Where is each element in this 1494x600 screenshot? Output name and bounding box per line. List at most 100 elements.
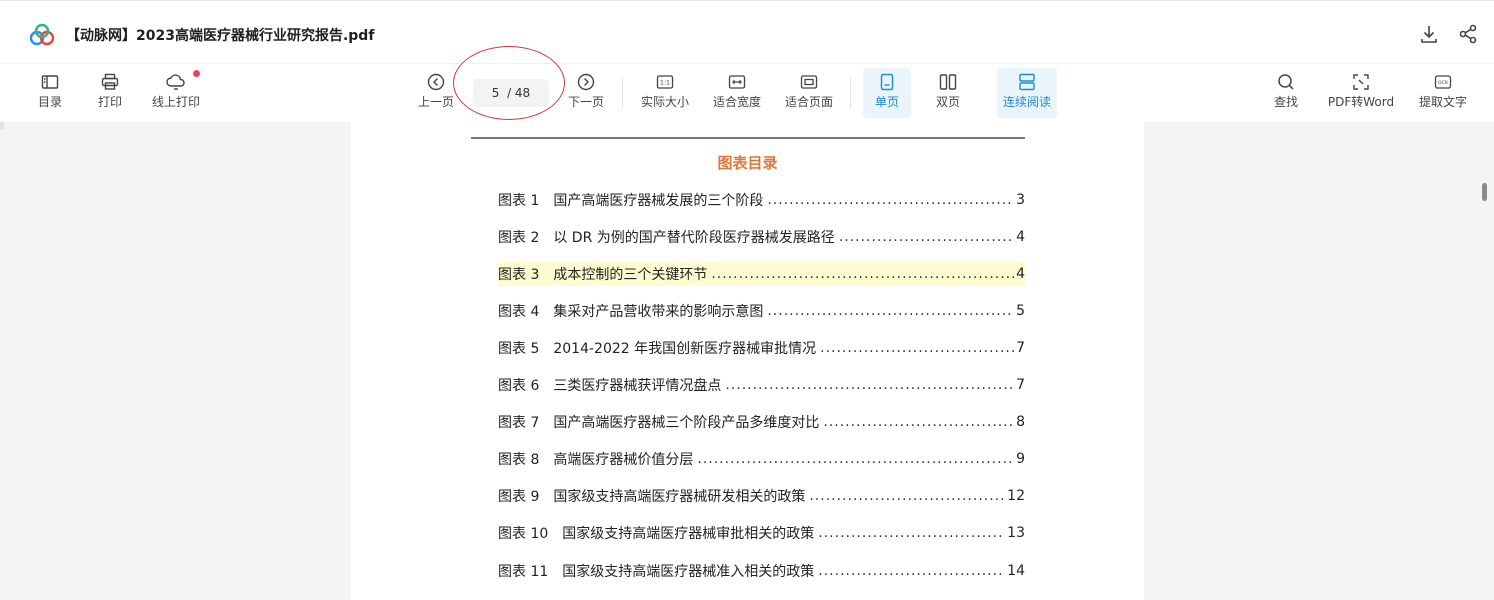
document-page: 图表目录 图表 1 国产高端医疗器械发展的三个阶段 ..............… [351,122,1144,600]
toc-entry[interactable]: 图表 6 三类医疗器械获评情况盘点 ......................… [498,373,1025,397]
toc-entry-page: 13 [1007,525,1025,541]
toc-leader-dots: ........................................… [838,229,1015,245]
toc-entry[interactable]: 图表 11 国家级支持高端医疗器械准入相关的政策 ...............… [498,559,1025,583]
toc-title: 图表目录 [717,154,778,172]
actual-size-label: 实际大小 [640,95,689,109]
toc-entry-label: 图表 4 [498,304,540,320]
online-print-label: 线上打印 [151,95,200,109]
toc-entry[interactable]: 图表 1 国产高端医疗器械发展的三个阶段 ...................… [498,188,1025,212]
pdf-to-word-label: PDF转Word [1327,95,1395,109]
toc-entry-text: 2014-2022 年我国创新医疗器械审批情况 [553,341,817,357]
toc-entry-text: 国产高端医疗器械三个阶段产品多维度对比 [553,415,820,431]
title-bar: 【动脉网】2023高端医疗器械行业研究报告.pdf [0,0,1494,64]
toc-leader-dots: ........................................… [823,414,1015,430]
fit-page-button[interactable]: 适合页面 [782,68,836,118]
toc-entry-page: 7 [1016,340,1025,356]
toc-entry-page: 4 [1016,229,1025,245]
toc-leader-dots: ........................................… [818,525,1005,541]
vertical-scrollbar-thumb[interactable] [1482,183,1487,201]
toc-entry-page: 5 [1016,303,1025,319]
prev-page-button[interactable]: 上一页 [415,68,457,118]
toc-button[interactable]: 目录 [30,68,70,118]
convert-icon [1353,74,1369,90]
toolbar-divider [850,77,851,109]
toc-entry-text: 集采对产品营收带来的影响示意图 [553,304,764,320]
double-page-button[interactable]: 双页 [924,68,972,118]
toc-entry[interactable]: 图表 5 2014-2022 年我国创新医疗器械审批情况 ...........… [498,336,1025,360]
toc-entry[interactable]: 图表 9 国家级支持高端医疗器械研发相关的政策 ................… [498,484,1025,508]
toc-entry-page: 8 [1016,414,1025,430]
continuous-read-button[interactable]: 连续阅读 [997,68,1057,118]
toc-leader-dots: ........................................… [818,563,1005,579]
toc-leader-dots: ........................................… [767,192,1014,208]
notification-dot [193,70,200,77]
continuous-read-label: 连续阅读 [1002,95,1051,109]
fit-page-label: 适合页面 [784,95,833,109]
toc-leader-dots: ........................................… [820,340,1014,356]
toc-entry-page: 12 [1007,488,1025,504]
toc-leader-dots: ........................................… [725,377,1015,393]
toc-entry-highlighted[interactable]: 图表 3 成本控制的三个关键环节 .......................… [498,262,1025,286]
fit-width-button[interactable]: 适合宽度 [710,68,764,118]
svg-text:1:1: 1:1 [660,80,670,87]
toc-entry[interactable]: 图表 10 国家级支持高端医疗器械审批相关的政策 ...............… [498,521,1025,545]
toc-entry[interactable]: 图表 2 以 DR 为例的国产替代阶段医疗器械发展路径 ............… [498,225,1025,249]
share-icon[interactable] [1457,23,1479,45]
toc-entry[interactable]: 图表 8 高端医疗器械价值分层 ........................… [498,447,1025,471]
toc-entry-page: 3 [1016,192,1025,208]
toc-entry-label: 图表 1 [498,193,540,209]
download-icon[interactable] [1418,23,1440,45]
search-icon [1278,74,1294,90]
chevron-right-circle-icon [577,73,595,91]
toc-leader-dots: ........................................… [697,451,1014,467]
toc-entry-label: 图表 8 [498,452,540,468]
cloud-logo-icon [28,23,56,47]
actual-size-button[interactable]: 1:1 实际大小 [638,68,692,118]
toc-entry-page: 4 [1016,266,1025,282]
single-page-label: 单页 [874,95,899,109]
pdf-to-word-button[interactable]: PDF转Word [1326,68,1396,118]
toc-entry-text: 国家级支持高端医疗器械审批相关的政策 [562,526,815,542]
search-label: 查找 [1273,95,1298,109]
toc-label: 目录 [37,95,62,109]
fit-page-icon [800,75,818,89]
toc-leader-dots: ........................................… [767,303,1014,319]
toc-leader-dots: ........................................… [809,488,1006,504]
toc-entry-text: 成本控制的三个关键环节 [553,267,708,283]
toc-entry[interactable]: 图表 7 国产高端医疗器械三个阶段产品多维度对比 ...............… [498,410,1025,434]
toolbar: 目录 打印 线上打印 上一页 下一页 1:1 实际大小 适合宽度 适合页面 单页… [0,64,1494,122]
single-page-icon [880,73,894,91]
toc-entry-label: 图表 7 [498,415,540,431]
toc-entry-page: 14 [1007,563,1025,579]
extract-text-button[interactable]: OCR 提取文字 [1416,68,1470,118]
toc-entry-text: 三类医疗器械获评情况盘点 [553,378,722,394]
toc-entry-text: 国产高端医疗器械发展的三个阶段 [553,193,764,209]
print-button[interactable]: 打印 [90,68,130,118]
toc-entry-text: 以 DR 为例的国产替代阶段医疗器械发展路径 [553,230,835,246]
toc-icon [41,75,59,89]
toc-entry-page: 9 [1016,451,1025,467]
actual-size-icon: 1:1 [656,75,674,89]
toolbar-divider [622,77,623,109]
toc-entry-text: 高端医疗器械价值分层 [553,452,694,468]
printer-icon [101,73,119,90]
print-label: 打印 [97,95,122,109]
double-page-icon [939,74,957,90]
toc-entry[interactable]: 图表 4 集采对产品营收带来的影响示意图 ...................… [498,299,1025,323]
annotation-circle [453,46,565,120]
toc-entry-label: 图表 6 [498,378,540,394]
chevron-left-circle-icon [427,73,445,91]
continuous-icon [1019,73,1035,91]
toc-entry-text: 国家级支持高端医疗器械准入相关的政策 [562,564,815,580]
header-rule [471,137,1025,139]
toc-entry-label: 图表 2 [498,230,540,246]
toc-entry-label: 图表 11 [498,564,549,580]
double-page-label: 双页 [935,95,960,109]
toc-entry-label: 图表 3 [498,267,540,283]
toc-entry-page: 7 [1016,377,1025,393]
search-button[interactable]: 查找 [1266,68,1306,118]
prev-page-label: 上一页 [417,95,454,109]
toc-entry-label: 图表 9 [498,489,540,505]
single-page-button[interactable]: 单页 [863,68,911,118]
next-page-button[interactable]: 下一页 [565,68,607,118]
